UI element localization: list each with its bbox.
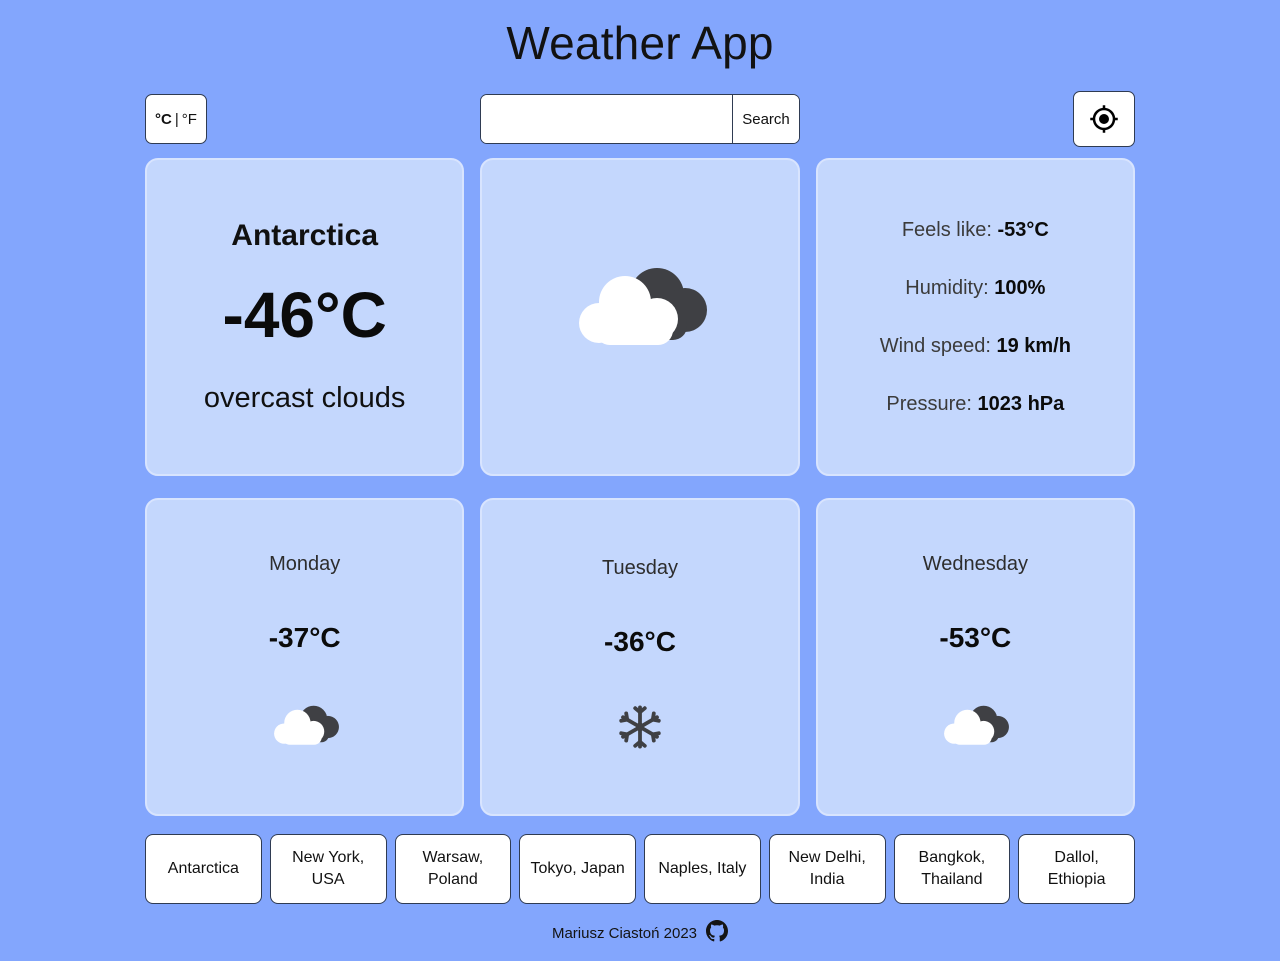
forecast-day-label: Monday bbox=[269, 553, 341, 575]
my-location-icon bbox=[1089, 104, 1119, 134]
controls-bar: °C | °F Search bbox=[145, 91, 1135, 147]
current-temperature: -46°C bbox=[222, 279, 387, 351]
city-button-warsaw[interactable]: Warsaw, Poland bbox=[394, 834, 512, 904]
detail-label: Pressure: bbox=[886, 393, 972, 415]
unit-separator: | bbox=[174, 110, 179, 128]
forecast-day-label: Wednesday bbox=[922, 553, 1028, 575]
search-button[interactable]: Search bbox=[732, 95, 799, 143]
page-title: Weather App bbox=[506, 17, 774, 69]
forecast-day-label: Tuesday bbox=[602, 557, 678, 579]
footer-credit: Mariusz Ciastoń 2023 bbox=[551, 924, 698, 942]
detail-pressure: Pressure: 1023 hPa bbox=[886, 391, 1064, 417]
forecast-card-wednesday: Wednesday -53°C bbox=[815, 498, 1135, 816]
forecast-temperature: -36°C bbox=[604, 626, 676, 657]
current-weather-grid: Antarctica -46°C overcast clouds Feels l… bbox=[145, 158, 1135, 476]
unit-toggle-button[interactable]: °C | °F bbox=[145, 94, 207, 144]
unit-celsius-label: °C bbox=[155, 110, 172, 128]
detail-value: -53°C bbox=[997, 219, 1049, 241]
forecast-grid: Monday -37°C Tuesday -36°C Wednesday -53… bbox=[145, 498, 1135, 816]
current-city-name: Antarctica bbox=[231, 219, 379, 252]
github-icon[interactable] bbox=[706, 920, 729, 946]
detail-humidity: Humidity: 100% bbox=[905, 275, 1045, 301]
weather-app: Weather App °C | °F Search Antarctica -4… bbox=[0, 0, 1280, 961]
unit-fahrenheit-label: °F bbox=[181, 110, 197, 128]
city-button-dallol[interactable]: Dallol, Ethiopia bbox=[1018, 834, 1135, 904]
current-weather-card: Antarctica -46°C overcast clouds bbox=[145, 158, 465, 476]
detail-wind-speed: Wind speed: 19 km/h bbox=[880, 333, 1071, 359]
city-button-tokyo[interactable]: Tokyo, Japan bbox=[519, 834, 636, 904]
forecast-temperature: -53°C bbox=[939, 622, 1012, 653]
forecast-temperature: -37°C bbox=[268, 622, 341, 653]
city-button-bangkok[interactable]: Bangkok, Thailand bbox=[893, 834, 1011, 904]
detail-label: Humidity: bbox=[905, 277, 989, 299]
forecast-card-monday: Monday -37°C bbox=[145, 498, 465, 816]
city-button-naples[interactable]: Naples, Italy bbox=[644, 834, 761, 904]
city-shortcuts: Antarctica New York, USA Warsaw, Poland … bbox=[145, 834, 1135, 904]
geolocate-button[interactable] bbox=[1073, 91, 1135, 147]
city-button-new-york[interactable]: New York, USA bbox=[269, 834, 387, 904]
snowflake-icon bbox=[616, 703, 664, 759]
footer: Mariusz Ciastoń 2023 bbox=[551, 920, 729, 946]
detail-label: Wind speed: bbox=[879, 335, 991, 357]
weather-details-card: Feels like: -53°C Humidity: 100% Wind sp… bbox=[815, 158, 1135, 476]
search-input[interactable] bbox=[481, 95, 732, 143]
current-weather-icon-card bbox=[480, 158, 800, 476]
detail-value: 100% bbox=[994, 277, 1046, 299]
detail-label: Feels like: bbox=[901, 219, 992, 241]
city-button-antarctica[interactable]: Antarctica bbox=[145, 834, 262, 904]
detail-feels-like: Feels like: -53°C bbox=[902, 217, 1049, 243]
detail-value: 19 km/h bbox=[996, 335, 1071, 357]
overcast-clouds-icon bbox=[267, 699, 343, 763]
search-group: Search bbox=[480, 94, 800, 144]
overcast-clouds-icon bbox=[937, 699, 1013, 763]
detail-value: 1023 hPa bbox=[977, 393, 1065, 415]
overcast-clouds-icon bbox=[565, 255, 715, 379]
city-button-new-delhi[interactable]: New Delhi, India bbox=[768, 834, 886, 904]
current-description: overcast clouds bbox=[203, 382, 406, 414]
forecast-card-tuesday: Tuesday -36°C bbox=[480, 498, 800, 816]
